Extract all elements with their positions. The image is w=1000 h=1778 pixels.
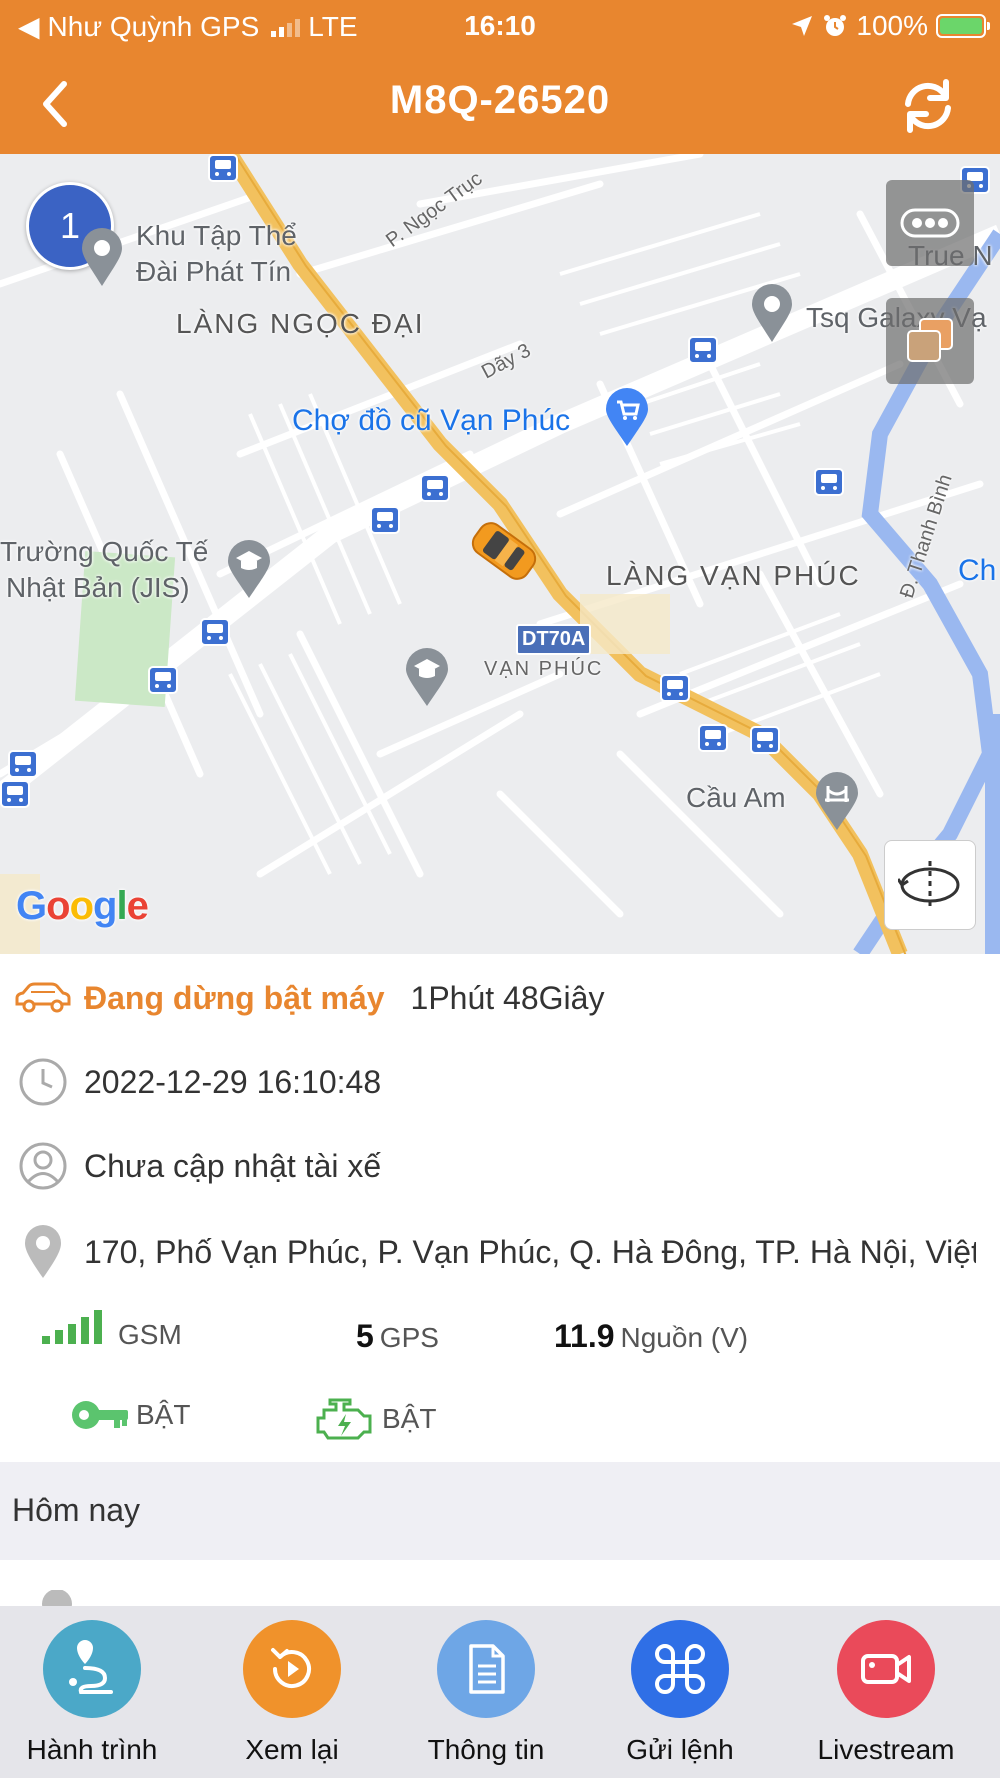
video-camera-icon [837,1620,935,1718]
key-status: BẬT [136,1399,191,1430]
school-pin-icon [406,648,448,706]
today-section-header: Hôm nay [0,1462,1000,1560]
map-layers-button[interactable] [886,298,974,384]
bus-stop-icon [148,666,178,694]
section-title: Hôm nay [12,1492,141,1528]
trip-list-peek [0,1560,1000,1606]
tab-xem-lai[interactable]: Xem lại [202,1620,382,1766]
engine-icon [316,1398,372,1440]
state-duration: 1Phút 48Giây [410,979,605,1016]
more-dots-icon [900,208,960,238]
bottom-tab-bar: Hành trình Xem lại Thông tin Gửi lệnh Li… [0,1606,1000,1778]
bus-stop-icon [0,780,30,808]
tab-gui-lenh[interactable]: Gửi lệnh [590,1620,770,1766]
update-timestamp: 2022-12-29 16:10:48 [84,1063,382,1100]
map-label: Đài Phát Tín [136,256,292,287]
bus-stop-icon [370,506,400,534]
bus-stop-icon [814,468,844,496]
road-badge: DT70A [516,624,592,655]
location-arrow-icon [792,16,813,36]
status-row: Đang dừng bật máy 1Phút 48Giây [0,968,1000,1028]
top-bar: ◀ Như Quỳnh GPS LTE 16:10 100% M8Q-26520 [0,0,1000,154]
status-bar: ◀ Như Quỳnh GPS LTE 16:10 100% [0,0,1000,52]
signal-bars-icon [42,1310,102,1344]
tab-label: Gửi lệnh [626,1734,734,1765]
car-outline-icon [15,982,71,1013]
tab-label: Livestream [817,1734,955,1765]
bus-stop-icon [8,750,38,778]
location-pin-icon [42,1590,72,1606]
bus-stop-icon [420,474,450,502]
battery-charging-icon [936,14,990,38]
bus-stop-icon [698,724,728,752]
tab-label: Thông tin [427,1734,545,1765]
alarm-icon [824,15,847,36]
place-pin-icon [82,228,122,286]
clock-icon [19,1058,67,1106]
map-label: VẠN PHÚC [484,658,604,680]
voltage-value: 11.9 [554,1318,615,1354]
tab-label: Hành trình [26,1734,158,1765]
tab-thong-tin[interactable]: Thông tin [396,1620,576,1766]
map-label: Chợ đồ cũ Vạn Phúc [292,404,571,437]
map-menu-button[interactable] [886,180,974,266]
key-metric: BẬT [70,1398,190,1432]
bus-stop-icon [660,674,690,702]
vehicle-plate-title: M8Q-26520 [389,78,611,122]
tab-livestream[interactable]: Livestream [796,1620,976,1766]
gsm-metric: GSM [42,1310,182,1351]
gps-value: 5 [356,1318,374,1354]
person-icon [19,1142,67,1190]
timestamp-row: 2022-12-29 16:10:48 [0,1052,1000,1112]
map-label: Cầu Am [686,782,786,813]
shopping-cart-pin-icon [606,388,648,446]
command-icon [631,1620,729,1718]
route-icon [43,1620,141,1718]
location-pin-icon [25,1225,61,1278]
rotate-map-button[interactable] [884,840,976,930]
bus-stop-icon [750,726,780,754]
rotate-icon [898,861,960,909]
gps-label: GPS [379,1322,439,1353]
vehicle-state: Đang dừng bật máy [84,979,385,1016]
map-label: Ch [958,554,997,587]
replay-icon [243,1620,341,1718]
school-pin-icon [228,540,270,598]
place-pin-icon [752,284,792,342]
map-view[interactable]: 1 Khu Tập Thể Đài Phát Tín LÀNG NGỌC ĐẠI… [0,154,1000,954]
google-logo: Google [16,884,149,928]
refresh-icon[interactable] [896,74,960,138]
app-screen: ◀ Như Quỳnh GPS LTE 16:10 100% M8Q-26520 [0,0,1000,1778]
map-label: LÀNG VẠN PHÚC [606,560,861,591]
bus-stop-icon [208,154,238,182]
engine-metric: BẬT [314,1394,436,1444]
tab-label: Xem lại [245,1734,339,1765]
document-icon [437,1620,535,1718]
bridge-pin-icon [816,772,858,830]
gps-metric: 5 GPS [356,1318,439,1355]
driver-name: Chưa cập nhật tài xế [84,1147,382,1184]
gsm-label: GSM [118,1319,182,1350]
nav-header: M8Q-26520 [0,56,1000,154]
driver-row: Chưa cập nhật tài xế [0,1136,1000,1196]
bus-stop-icon [200,618,230,646]
voltage-label: Nguồn (V) [620,1322,749,1353]
map-label: Khu Tập Thể [136,220,297,251]
address-row: 170, Phố Vạn Phúc, P. Vạn Phúc, Q. Hà Đô… [0,1222,1000,1282]
tab-hanh-trinh[interactable]: Hành trình [2,1620,182,1766]
layers-icon [907,318,953,362]
bus-stop-icon [688,336,718,364]
vehicle-address: 170, Phố Vạn Phúc, P. Vạn Phúc, Q. Hà Đô… [84,1233,976,1270]
map-label: Nhật Bản (JIS) [6,572,190,603]
voltage-metric: 11.9 Nguồn (V) [554,1318,748,1355]
map-label: LÀNG NGỌC ĐẠI [176,308,425,339]
battery-percent: 100% [856,10,928,41]
engine-status: BẬT [382,1403,437,1434]
map-label: Trường Quốc Tế [0,536,209,567]
key-icon [72,1401,128,1429]
